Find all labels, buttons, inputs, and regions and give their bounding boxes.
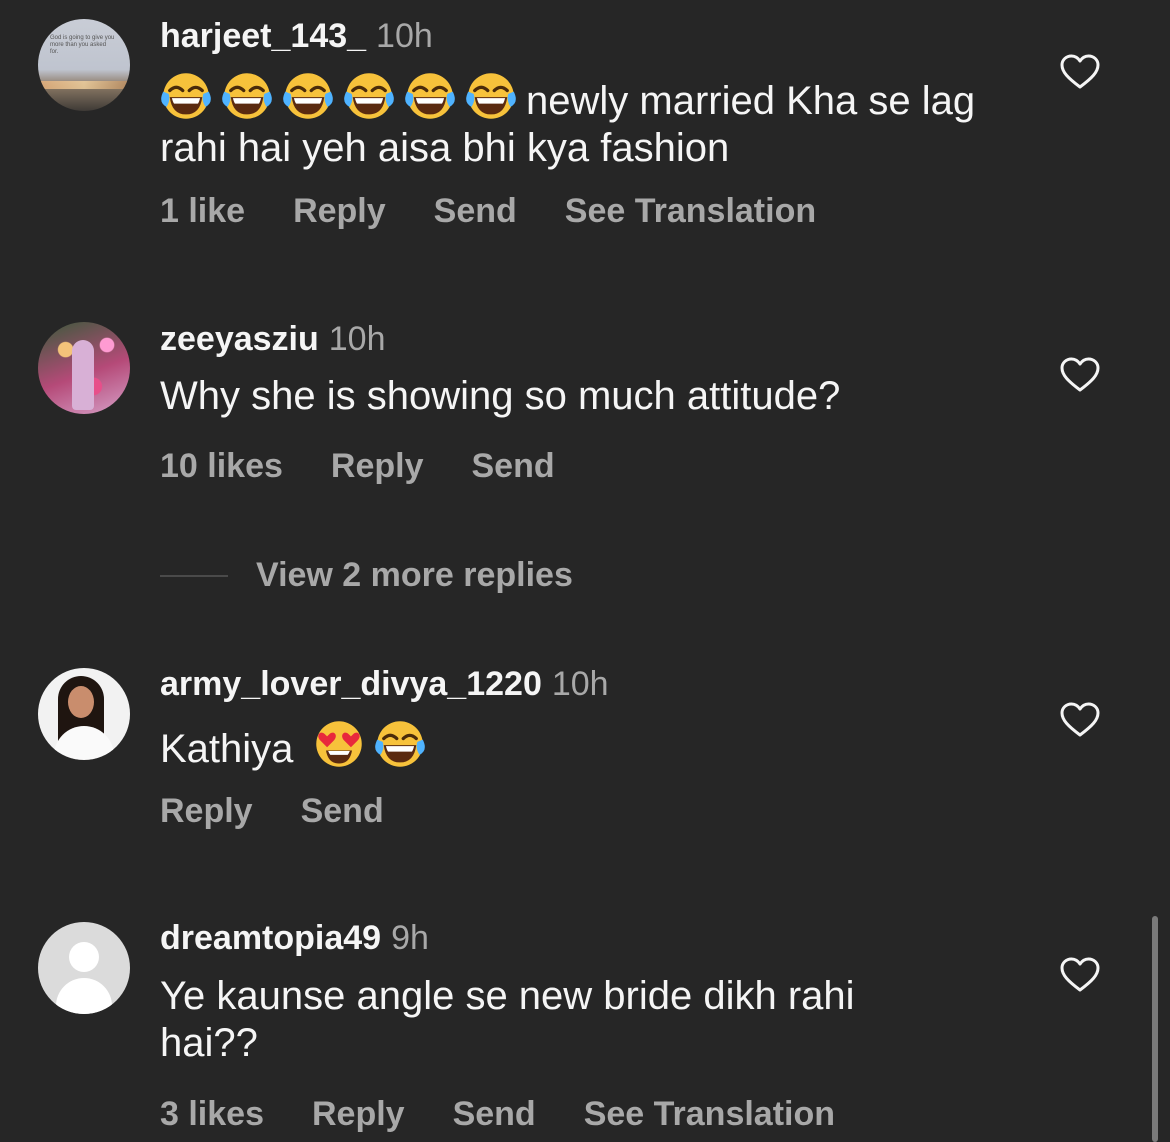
like-heart-icon[interactable] [1060,54,1100,90]
comment-actions: 1 like Reply Send See Translation [160,192,864,231]
sunset-decoration [38,81,130,89]
timestamp: 10h [551,665,609,703]
like-count[interactable]: 1 like [160,192,245,230]
tears-of-joy-icon [465,70,517,122]
reply-button[interactable]: Reply [293,192,386,230]
username[interactable]: harjeet_143_ [160,17,366,55]
username[interactable]: zeeyasziu [160,320,319,358]
username[interactable]: army_lover_divya_1220 [160,665,542,703]
comment-text: newly married Kha se lag rahi hai yeh ai… [160,70,980,172]
username[interactable]: dreamtopia49 [160,919,381,957]
scrollbar[interactable] [1152,916,1158,1142]
comment-header: harjeet_143_ 10h [160,16,433,56]
comment-actions: 10 likes Reply Send [160,447,603,486]
comment-text: Ye kaunse angle se new bride dikh rahi h… [160,973,960,1067]
reply-button[interactable]: Reply [312,1095,405,1133]
comment-body: Why she is showing so much attitude? [160,374,841,418]
timestamp: 10h [376,17,433,55]
heart-eyes-icon [313,718,365,770]
reply-button[interactable]: Reply [331,447,424,485]
avatar[interactable] [38,668,130,760]
send-button[interactable]: Send [471,447,554,485]
avatar-face [68,686,94,718]
see-translation-button[interactable]: See Translation [584,1095,835,1133]
divider-line [160,574,228,577]
comment-header: dreamtopia49 9h [160,918,429,958]
comment-header: army_lover_divya_1220 10h [160,664,609,704]
tears-of-joy-icon [160,70,212,122]
tears-of-joy-icon [343,70,395,122]
comment-header: zeeyasziu 10h [160,319,386,359]
comment-actions: 3 likes Reply Send See Translation [160,1095,883,1134]
avatar[interactable]: God is going to give you more than you a… [38,19,130,111]
comment-body: Kathiya [160,727,294,771]
avatar-quote-text: God is going to give you more than you a… [50,35,115,55]
send-button[interactable]: Send [301,792,384,830]
like-heart-icon[interactable] [1060,702,1100,738]
see-translation-button[interactable]: See Translation [565,192,816,230]
tears-of-joy-icon [374,718,426,770]
avatar[interactable] [38,322,130,414]
like-count[interactable]: 10 likes [160,447,283,485]
like-heart-icon[interactable] [1060,957,1100,993]
view-more-replies[interactable]: View 2 more replies [160,556,573,595]
comment-text: Kathiya [160,718,980,773]
like-heart-icon[interactable] [1060,357,1100,393]
default-avatar-head [69,942,99,972]
reply-button[interactable]: Reply [160,792,253,830]
comment-text: Why she is showing so much attitude? [160,373,980,420]
tears-of-joy-icon [404,70,456,122]
view-more-replies-label[interactable]: View 2 more replies [256,556,573,594]
default-avatar-torso [56,978,112,1014]
avatar[interactable] [38,922,130,1014]
send-button[interactable]: Send [453,1095,536,1133]
tears-of-joy-icon [282,70,334,122]
timestamp: 9h [391,919,429,957]
tears-of-joy-icon [221,70,273,122]
send-button[interactable]: Send [434,192,517,230]
comment-body: Ye kaunse angle se new bride dikh rahi h… [160,974,855,1065]
comment-actions: Reply Send [160,792,432,831]
like-count[interactable]: 3 likes [160,1095,264,1133]
avatar-figure [72,340,94,410]
timestamp: 10h [328,320,386,358]
